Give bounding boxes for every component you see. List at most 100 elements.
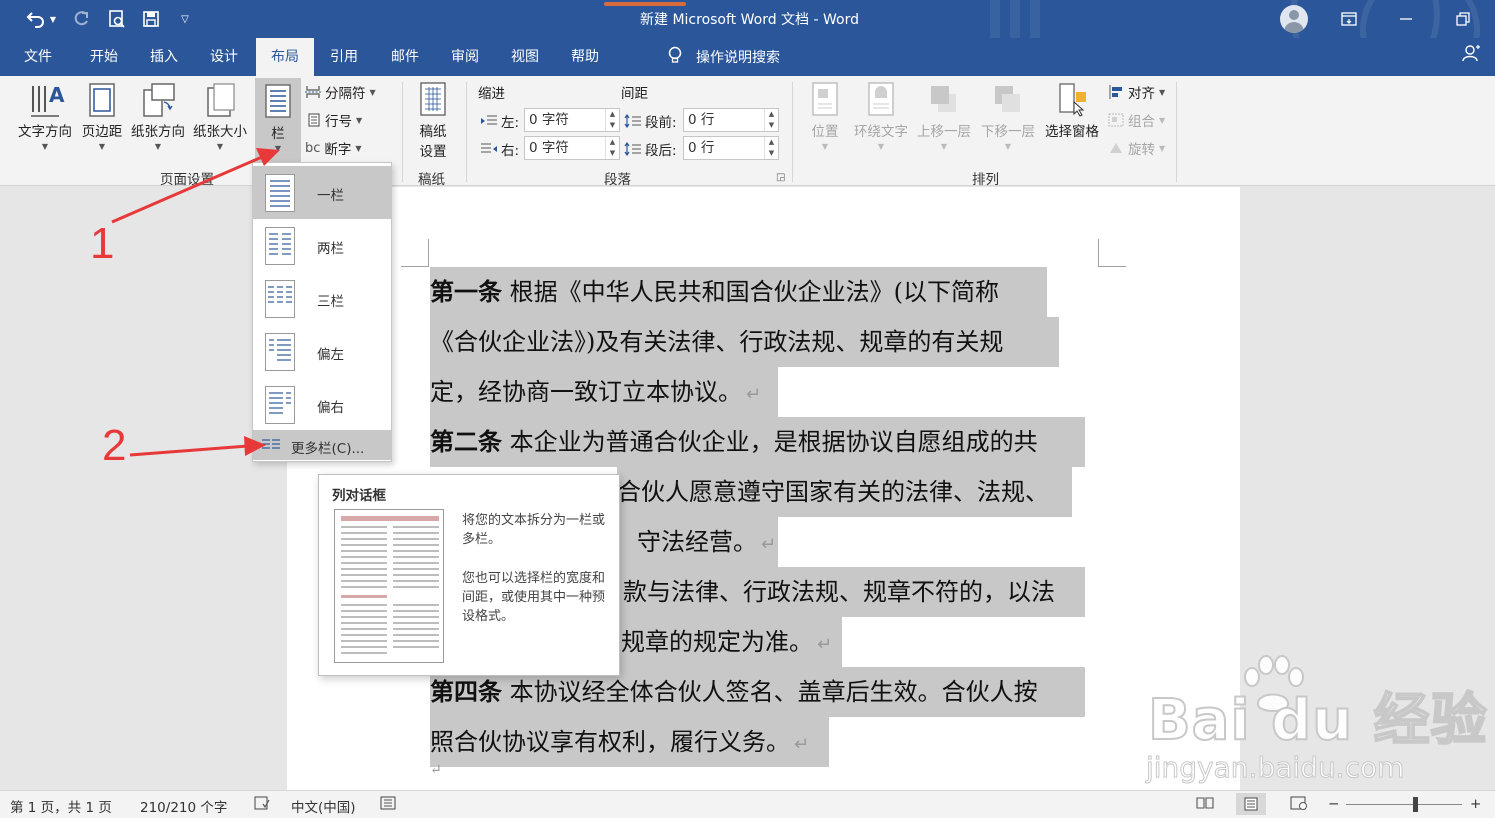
restore-icon[interactable] [1440,0,1486,38]
tooltip-preview-image [334,509,444,663]
selection-pane-icon [1059,83,1086,117]
wrap-text-button[interactable]: 环绕文字 ▼ [850,80,912,151]
text-direction-label: 文字方向 [18,124,72,140]
print-layout-icon[interactable] [1236,793,1266,815]
zoom-out-button[interactable]: − [1328,796,1339,812]
text-direction-icon: A [31,83,65,117]
align-button[interactable]: 对齐 ▼ [1108,82,1165,102]
paragraph-mark: ↵ [794,734,810,755]
zoom-slider-thumb[interactable] [1413,797,1418,812]
tell-me-search[interactable]: 操作说明搜索 [668,38,780,76]
tab-home[interactable]: 开始 [80,38,128,76]
document-line: 合伙人愿意遵守国家有关的法律、法规、 [617,478,1049,506]
spacing-after-input[interactable]: 0 行 ▲ ▼ [683,136,779,160]
minimize-icon[interactable] [1383,0,1429,38]
menu-item-right[interactable]: 偏右 [253,378,391,431]
indent-left-input[interactable]: 0 字符 ▲ ▼ [524,108,620,132]
spacing-after-icon [624,142,641,156]
manuscript-label-2: 设置 [419,144,447,160]
crop-mark [1098,239,1126,267]
hyphenation-button[interactable]: bc 断字 ▼ [305,138,362,159]
indent-right-input[interactable]: 0 字符 ▲ ▼ [524,136,620,160]
language[interactable]: 中文(中国) [291,796,356,816]
manuscript-icon [420,82,446,116]
zoom-slider-track[interactable] [1346,804,1462,805]
send-backward-button[interactable]: 下移一层 ▼ [978,80,1038,151]
title-decoration [1010,0,1020,38]
size-button[interactable]: 纸张大小 ▼ [190,80,250,151]
account-avatar[interactable] [1280,5,1308,33]
align-icon [1109,85,1122,99]
menu-item-three-columns[interactable]: 三栏 [253,272,391,325]
orientation-button[interactable]: 纸张方向 ▼ [128,80,188,151]
spacing-before-input[interactable]: 0 行 ▲ ▼ [683,108,779,132]
web-layout-icon[interactable] [1290,796,1308,814]
ribbon-layout: A 文字方向 ▼ 页边距 ▼ 纸张方向 ▼ 纸张大小 ▼ 栏 ▼ 分隔符 ▼ 行… [0,76,1495,188]
document-line: 款与法律、行政法规、规章不符的，以法 [623,578,1055,606]
tab-mailings[interactable]: 邮件 [381,38,429,76]
group-button[interactable]: 组合 ▼ [1108,110,1165,130]
size-label: 纸张大小 [193,124,247,140]
end-paragraph-mark: ↵ [430,762,442,778]
save-icon[interactable] [138,0,164,38]
columns-tooltip: 列对话框 将您的文本拆分为一栏或多栏。 您也可以选择栏的宽度和间距，或使用其中一… [318,474,620,676]
page-count[interactable]: 第 1 页，共 1 页 [10,796,112,816]
word-count[interactable]: 210/210 个字 [140,796,227,816]
margins-button[interactable]: 页边距 ▼ [78,80,126,151]
send-backward-icon [995,86,1020,112]
menu-item-left[interactable]: 偏左 [253,325,391,378]
wrap-text-icon [868,82,894,116]
redo-icon[interactable] [68,0,94,38]
position-label: 位置 [811,124,839,140]
selection-pane-button[interactable]: 选择窗格 [1042,80,1102,140]
window-title: 新建 Microsoft Word 文档 - Word [640,12,859,28]
line-numbers-icon [308,113,320,127]
menu-item-two-columns[interactable]: 两栏 [253,219,391,272]
tab-help[interactable]: 帮助 [561,38,609,76]
zoom-in-button[interactable]: + [1470,796,1481,812]
proofing-icon[interactable] [254,796,270,814]
rotate-button[interactable]: 旋转 ▼ [1108,138,1165,158]
status-bar: 第 1 页，共 1 页 210/210 个字 中文(中国) − + [0,790,1495,818]
macro-icon[interactable] [380,796,396,814]
read-mode-icon[interactable] [1196,796,1214,814]
document-line: 规章的规定为准。 ↵ [621,628,833,656]
tab-insert[interactable]: 插入 [140,38,188,76]
tab-review[interactable]: 审阅 [441,38,489,76]
customize-qat-icon[interactable]: ▽ [174,0,196,38]
tab-layout[interactable]: 布局 [256,38,314,76]
tab-view[interactable]: 视图 [501,38,549,76]
tab-design[interactable]: 设计 [200,38,248,76]
print-preview-icon[interactable] [104,0,130,38]
spacing-after-label: 段后: [624,139,677,159]
three-columns-icon [265,280,295,318]
left-column-icon [265,333,295,371]
spacing-header: 间距 [621,86,648,102]
document-line: 照合伙协议享有权利，履行义务。 ↵ [430,728,810,756]
menu-item-one-column[interactable]: 一栏 [253,166,391,219]
columns-label: 栏 [271,126,285,142]
ribbon-display-icon[interactable] [1326,0,1372,38]
bring-forward-button[interactable]: 上移一层 ▼ [914,80,974,151]
columns-button[interactable]: 栏 ▼ [255,78,301,164]
group-icon [1108,113,1124,127]
undo-icon[interactable]: ▼ [22,0,60,38]
crop-mark [401,239,429,267]
tab-references[interactable]: 引用 [320,38,368,76]
menu-item-label: 偏右 [317,400,344,416]
manuscript-setup-button[interactable]: 稿纸 设置 [410,80,456,160]
line-numbers-button[interactable]: 行号 ▼ [305,110,362,130]
position-button[interactable]: 位置 ▼ [804,80,846,151]
position-icon [812,82,838,116]
menu-item-label: 两栏 [317,241,344,257]
title-accent [604,2,686,6]
text-direction-button[interactable]: A 文字方向 ▼ [12,80,78,151]
breaks-button[interactable]: 分隔符 ▼ [305,82,376,102]
share-icon[interactable] [1462,38,1480,76]
tab-file[interactable]: 文件 [14,38,62,76]
dialog-launcher-icon[interactable]: ◲ [776,172,785,183]
tooltip-description-1: 将您的文本拆分为一栏或多栏。 [462,513,606,547]
document-line: 定，经协商一致订立本协议。 ↵ [430,378,762,406]
more-columns-button[interactable]: 更多栏(C)... [253,430,391,460]
group-label: 组合 [1128,114,1155,130]
